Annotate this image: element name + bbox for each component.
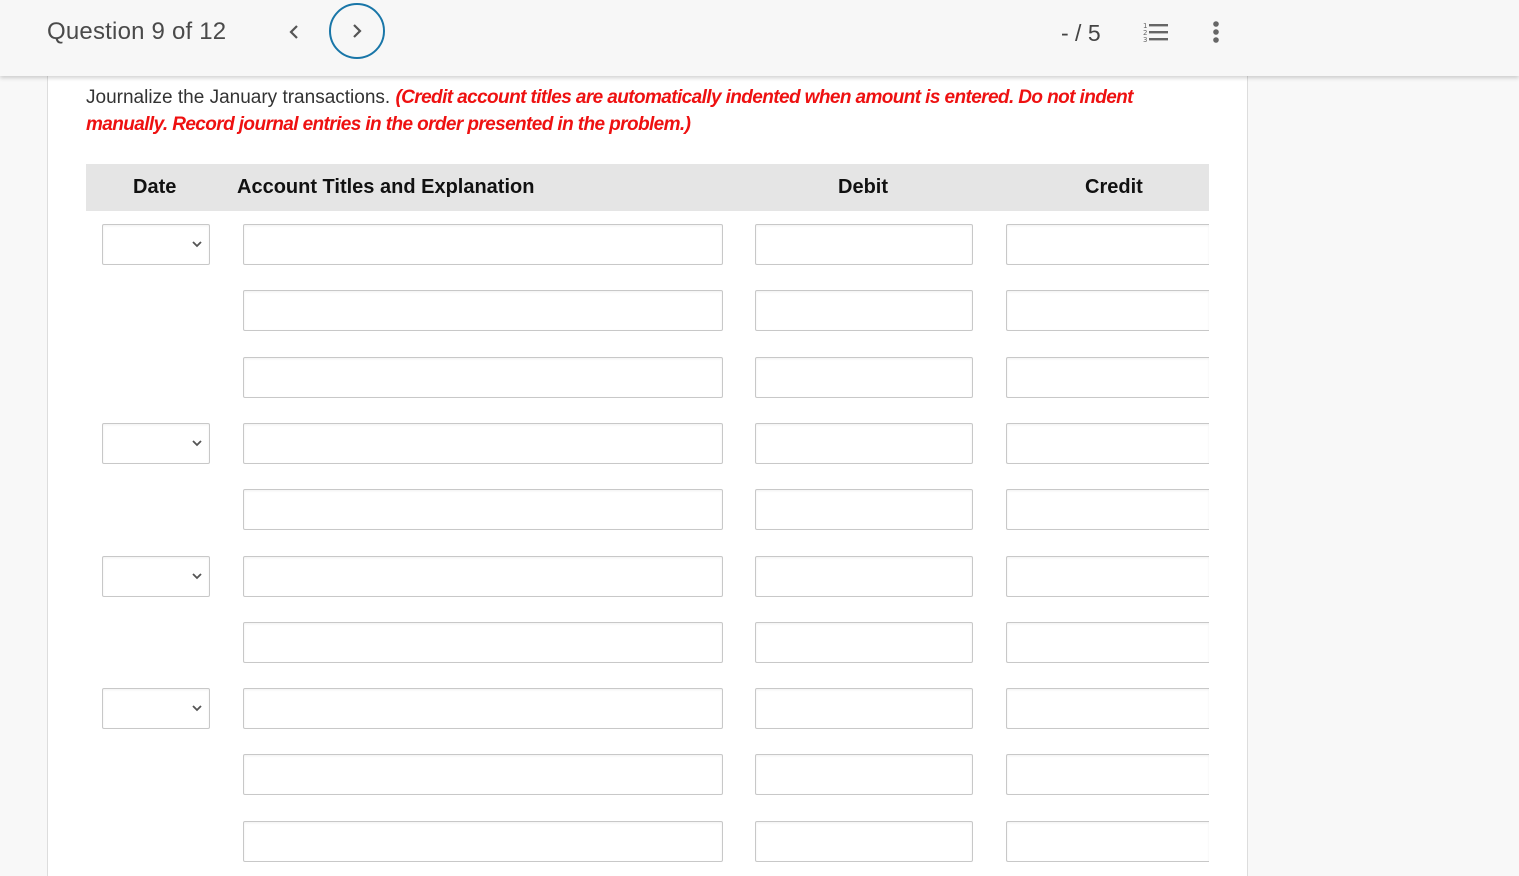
debit-input[interactable]: [755, 754, 973, 795]
credit-input[interactable]: [1006, 357, 1209, 398]
more-options-button[interactable]: [1210, 20, 1222, 49]
chevron-down-icon: [192, 440, 202, 447]
debit-input[interactable]: [755, 821, 973, 862]
credit-input[interactable]: [1006, 224, 1209, 265]
account-title-input[interactable]: [243, 423, 723, 464]
date-select[interactable]: [102, 688, 210, 729]
debit-input[interactable]: [755, 622, 973, 663]
account-title-input[interactable]: [243, 622, 723, 663]
debit-input[interactable]: [755, 357, 973, 398]
column-header-account: Account Titles and Explanation: [237, 176, 535, 198]
credit-input[interactable]: [1006, 556, 1209, 597]
credit-input[interactable]: [1006, 489, 1209, 530]
next-question-button[interactable]: [329, 3, 385, 59]
numbered-list-icon: 1 2 3: [1143, 22, 1168, 44]
question-counter: Question 9 of 12: [47, 18, 227, 45]
chevron-right-icon: [353, 24, 362, 38]
more-vertical-icon: [1213, 21, 1219, 43]
credit-input[interactable]: [1006, 622, 1209, 663]
chevron-down-icon: [192, 241, 202, 248]
column-header-debit: Debit: [838, 176, 888, 198]
date-select[interactable]: [102, 556, 210, 597]
instruction-text: Journalize the January transactions.: [86, 87, 396, 108]
credit-input[interactable]: [1006, 821, 1209, 862]
account-title-input[interactable]: [243, 224, 723, 265]
question-instructions: Journalize the January transactions. (Cr…: [86, 84, 1216, 138]
debit-input[interactable]: [755, 688, 973, 729]
account-title-input[interactable]: [243, 688, 723, 729]
question-card: Journalize the January transactions. (Cr…: [47, 76, 1248, 876]
column-header-credit: Credit: [1085, 176, 1143, 198]
account-title-input[interactable]: [243, 489, 723, 530]
date-select[interactable]: [102, 224, 210, 265]
credit-input[interactable]: [1006, 290, 1209, 331]
debit-input[interactable]: [755, 556, 973, 597]
question-header: Question 9 of 12 - / 5 1 2 3: [0, 0, 1519, 76]
chevron-down-icon: [192, 573, 202, 580]
debit-input[interactable]: [755, 423, 973, 464]
svg-text:3: 3: [1143, 36, 1147, 43]
column-header-date: Date: [133, 176, 177, 198]
chevron-down-icon: [192, 705, 202, 712]
date-select[interactable]: [102, 423, 210, 464]
chevron-left-icon: [289, 25, 298, 39]
debit-input[interactable]: [755, 489, 973, 530]
previous-question-button[interactable]: [280, 18, 308, 46]
journal-table-header: Date Account Titles and Explanation Debi…: [86, 164, 1209, 211]
debit-input[interactable]: [755, 290, 973, 331]
account-title-input[interactable]: [243, 821, 723, 862]
account-title-input[interactable]: [243, 556, 723, 597]
account-title-input[interactable]: [243, 357, 723, 398]
credit-input[interactable]: [1006, 423, 1209, 464]
credit-input[interactable]: [1006, 754, 1209, 795]
credit-input[interactable]: [1006, 688, 1209, 729]
question-list-button[interactable]: 1 2 3: [1143, 21, 1169, 48]
account-title-input[interactable]: [243, 290, 723, 331]
account-title-input[interactable]: [243, 754, 723, 795]
score-display: - / 5: [1061, 20, 1101, 46]
debit-input[interactable]: [755, 224, 973, 265]
